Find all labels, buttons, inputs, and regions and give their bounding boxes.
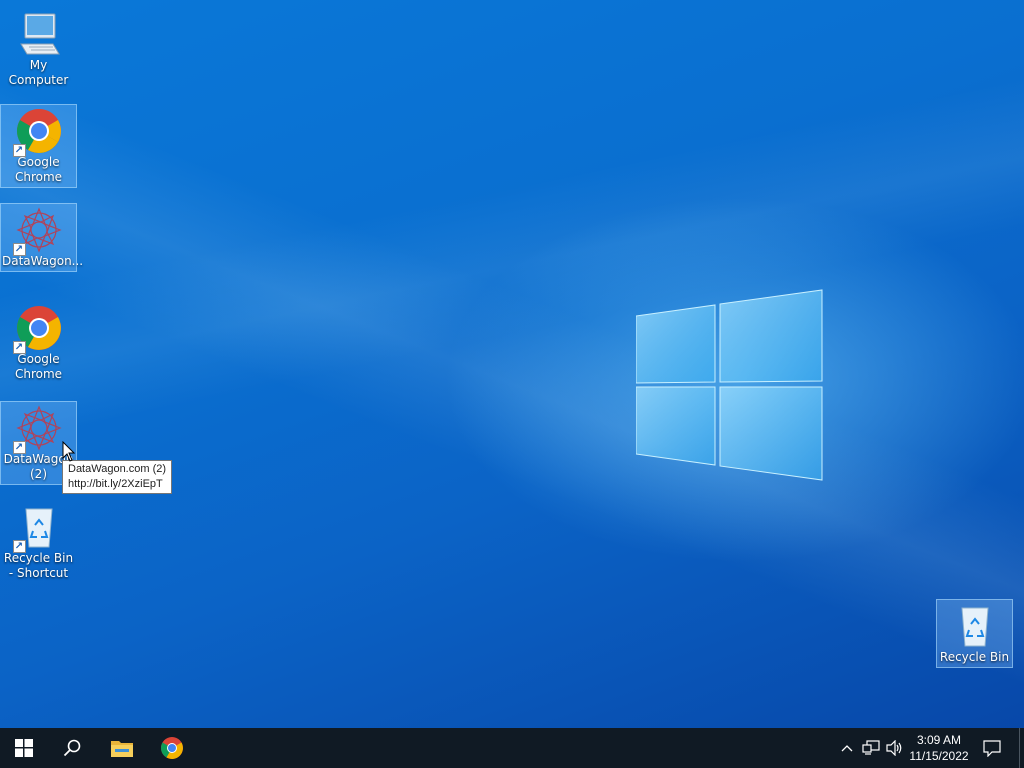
tooltip-title: DataWagon.com (2) bbox=[68, 463, 167, 475]
recycle-bin-icon bbox=[951, 602, 999, 650]
desktop-icon-my-computer[interactable]: My Computer bbox=[0, 8, 77, 87]
computer-icon bbox=[15, 10, 63, 58]
shortcut-arrow-icon: ↗ bbox=[12, 441, 26, 454]
mouse-cursor-icon bbox=[62, 441, 76, 462]
shortcut-arrow-icon: ↗ bbox=[12, 341, 26, 354]
desktop-icon-google-chrome-2[interactable]: ↗ Google Chrome bbox=[0, 302, 77, 386]
search-button[interactable] bbox=[48, 728, 96, 768]
taskbar-clock[interactable]: 3:09 AM 11/15/2022 bbox=[900, 728, 978, 768]
desktop-icon-datawagon[interactable]: ↗ DataWagon... bbox=[0, 203, 84, 272]
windows-icon bbox=[15, 739, 33, 757]
chevron-up-icon bbox=[841, 745, 853, 752]
desktop-icon-label: Google Chrome bbox=[14, 155, 63, 184]
recycle-bin-icon: ↗ bbox=[12, 503, 63, 553]
action-center-button[interactable] bbox=[980, 728, 1004, 768]
start-button[interactable] bbox=[0, 728, 48, 768]
desktop-icon-label: My Computer bbox=[8, 58, 69, 87]
chrome-icon bbox=[161, 737, 183, 759]
tooltip-url: http://bit.ly/2XziEpT bbox=[68, 478, 163, 490]
chrome-taskbar-button[interactable] bbox=[148, 728, 196, 768]
chrome-icon: ↗ bbox=[12, 304, 63, 354]
clock-time: 3:09 AM bbox=[916, 733, 962, 747]
search-icon bbox=[63, 739, 81, 757]
datawagon-icon: ↗ bbox=[12, 404, 63, 454]
show-hidden-icons-button[interactable] bbox=[838, 728, 856, 768]
clock-date: 11/15/2022 bbox=[909, 749, 969, 763]
folder-icon bbox=[111, 741, 133, 757]
desktop-icon-label: Google Chrome bbox=[14, 352, 63, 381]
shortcut-arrow-icon: ↗ bbox=[12, 243, 26, 256]
show-desktop-button[interactable] bbox=[1019, 728, 1024, 768]
action-center-icon bbox=[983, 739, 1001, 757]
shortcut-arrow-icon: ↗ bbox=[12, 144, 26, 157]
taskbar: 3:09 AM 11/15/2022 bbox=[0, 728, 1024, 768]
desktop-icon-recycle-bin[interactable]: Recycle Bin bbox=[936, 599, 1013, 668]
chrome-icon: ↗ bbox=[12, 107, 63, 157]
desktop-icon-recycle-bin-shortcut[interactable]: ↗ Recycle Bin - Shortcut bbox=[0, 501, 77, 585]
desktop-icon-google-chrome-1[interactable]: ↗ Google Chrome bbox=[0, 104, 77, 188]
desktop-icon-label: Recycle Bin bbox=[939, 650, 1010, 664]
file-explorer-button[interactable] bbox=[98, 728, 146, 768]
desktop-icon-label: DataWagon... bbox=[2, 254, 84, 268]
icon-tooltip: DataWagon.com (2) http://bit.ly/2XziEpT bbox=[62, 460, 173, 494]
network-icon bbox=[862, 740, 880, 755]
network-tray-button[interactable] bbox=[860, 728, 882, 768]
shortcut-arrow-icon: ↗ bbox=[12, 540, 26, 553]
windows-wallpaper-logo bbox=[636, 289, 823, 481]
datawagon-icon: ↗ bbox=[12, 206, 63, 256]
desktop-icon-label: Recycle Bin - Shortcut bbox=[3, 551, 74, 580]
